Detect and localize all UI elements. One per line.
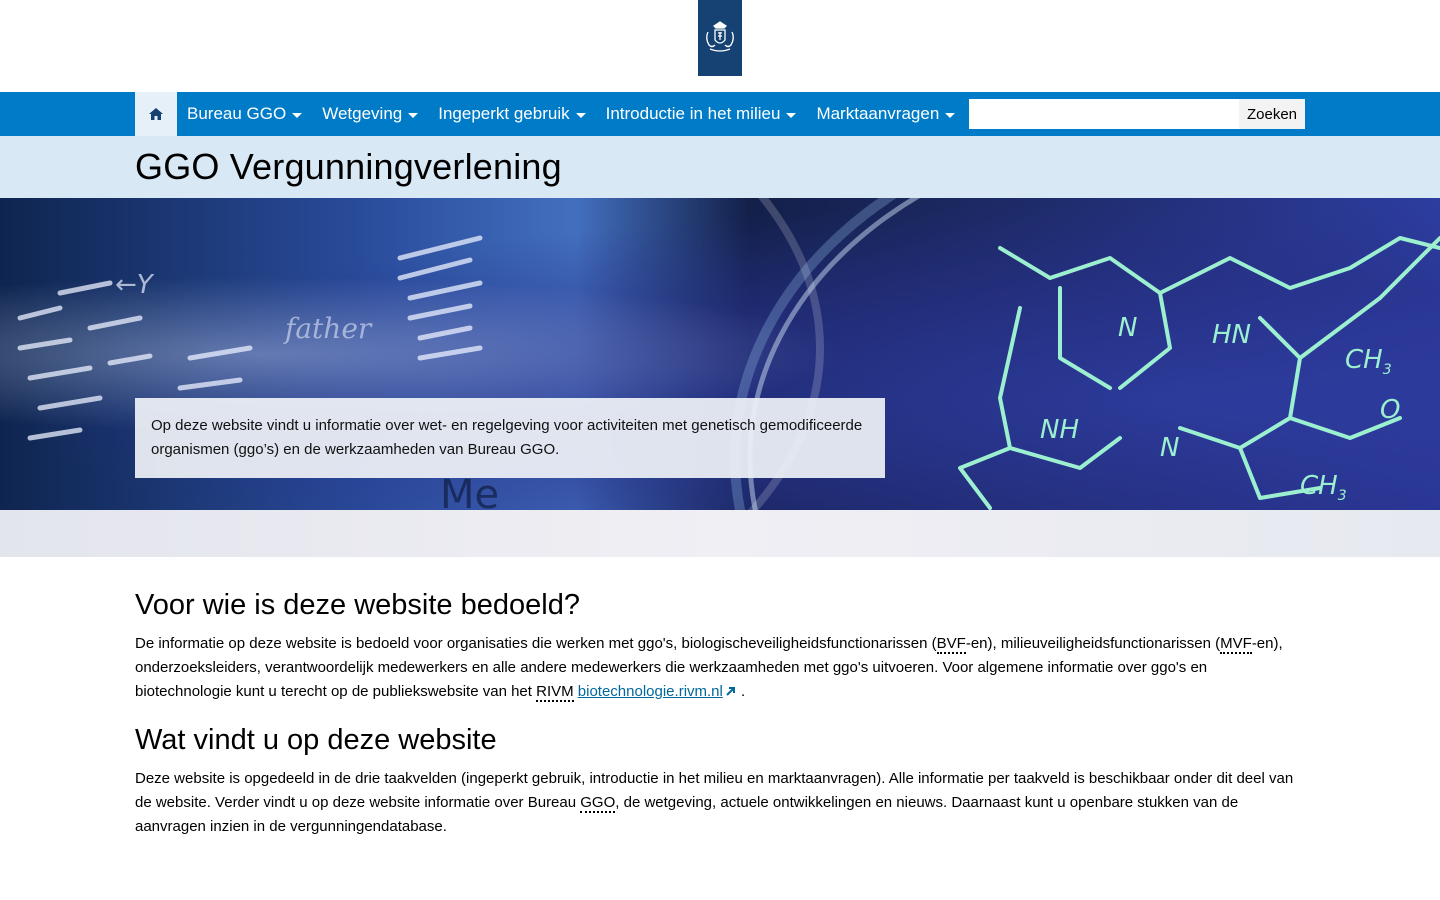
hero-banner: ←Y father Me N HN NH N CH3 CH3 O Op deze…	[0, 198, 1440, 510]
section-heading-contents: Wat vindt u op deze website	[135, 724, 497, 756]
svg-text:N: N	[1118, 313, 1137, 343]
page-title: GGO Vergunningverlening	[135, 146, 562, 187]
search-form: Zoeken	[969, 99, 1305, 129]
caret-down-icon	[945, 112, 956, 118]
nav-item-wetgeving[interactable]: Wetgeving	[312, 92, 428, 136]
nav-item-ingeperkt-gebruik[interactable]: Ingeperkt gebruik	[428, 92, 595, 136]
coat-of-arms-icon	[706, 21, 734, 52]
abbr-rivm: RIVM	[536, 683, 574, 702]
search-input[interactable]	[969, 99, 1239, 129]
home-icon	[149, 108, 163, 120]
nav-item-label: Bureau GGO	[187, 104, 287, 123]
nav-item-label: Marktaanvragen	[816, 104, 940, 123]
svg-text:CH3: CH3	[1345, 345, 1392, 378]
svg-text:N: N	[1160, 433, 1179, 463]
caret-down-icon	[786, 112, 797, 118]
main-content: Voor wie is deze website bedoeld? De inf…	[135, 557, 1305, 839]
svg-text:HN: HN	[1212, 320, 1251, 350]
abbr-ggo: GGO	[580, 794, 616, 813]
abbr-bvf: BVF	[936, 635, 966, 654]
site-header	[0, 0, 1440, 92]
svg-text:←Y: ←Y	[115, 270, 155, 300]
svg-text:father: father	[283, 312, 373, 345]
external-link-icon	[726, 687, 735, 696]
nav-item-label: Wetgeving	[322, 104, 403, 123]
section-paragraph-contents: Deze website is opgedeeld in de drie taa…	[135, 767, 1305, 839]
nav-home-button[interactable]	[135, 92, 177, 136]
rijksoverheid-logo[interactable]	[698, 0, 742, 76]
external-link-rivm[interactable]: biotechnologie.rivm.nl	[578, 683, 737, 700]
abbr-mvf: MVF	[1220, 635, 1252, 654]
caret-down-icon	[575, 112, 586, 118]
svg-text:CH3: CH3	[1300, 471, 1347, 504]
svg-text:NH: NH	[1040, 415, 1079, 445]
main-navigation: Bureau GGO Wetgeving Ingeperkt gebruik I…	[0, 92, 1440, 136]
paragraph-text: .	[736, 683, 746, 700]
caret-down-icon	[408, 112, 419, 118]
title-bar: GGO Vergunningverlening	[0, 136, 1440, 198]
hero-bottom-band	[0, 510, 1440, 557]
caret-down-icon	[292, 112, 303, 118]
search-button[interactable]: Zoeken	[1239, 99, 1305, 129]
section-paragraph-audience: De informatie op deze website is bedoeld…	[135, 632, 1305, 704]
hero-intro-text: Op deze website vindt u informatie over …	[151, 417, 863, 458]
section-heading-audience: Voor wie is deze website bedoeld?	[135, 589, 580, 621]
link-text: biotechnologie.rivm.nl	[577, 683, 723, 700]
nav-item-marktaanvragen[interactable]: Marktaanvragen	[806, 92, 965, 136]
nav-item-bureau-ggo[interactable]: Bureau GGO	[177, 92, 312, 136]
nav-item-label: Introductie in het milieu	[605, 104, 781, 123]
svg-text:O: O	[1380, 395, 1400, 425]
nav-item-introductie-milieu[interactable]: Introductie in het milieu	[596, 92, 807, 136]
hero-intro-box: Op deze website vindt u informatie over …	[135, 398, 885, 478]
nav-item-label: Ingeperkt gebruik	[438, 104, 570, 123]
paragraph-text: -en), milieuveiligheidsfunctionarissen (	[965, 635, 1221, 652]
paragraph-text: De informatie op deze website is bedoeld…	[135, 635, 937, 652]
